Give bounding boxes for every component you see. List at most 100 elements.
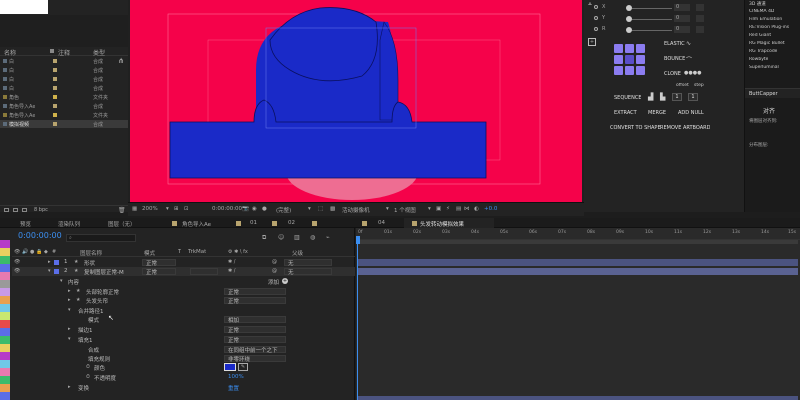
sequence-button[interactable]: SEQUENCE: [614, 95, 641, 101]
radio-icon[interactable]: [594, 27, 598, 31]
value-field[interactable]: 0: [674, 26, 690, 33]
property-row[interactable]: 填充规则 非零环绕: [12, 354, 355, 363]
tab-02[interactable]: 02: [288, 220, 295, 226]
views-select[interactable]: 1 个视图: [394, 206, 416, 214]
label-swatch[interactable]: [53, 77, 57, 81]
transparency-grid-icon[interactable]: ▩: [330, 206, 335, 212]
plugin-category[interactable]: RE:Vision Plug-ins: [749, 25, 789, 30]
tab-preview[interactable]: 预览: [20, 220, 31, 228]
stopwatch-icon[interactable]: ⏱: [86, 364, 90, 370]
project-item[interactable]: 白 合成: [0, 75, 128, 83]
step-field[interactable]: 1: [688, 93, 698, 101]
opacity-value[interactable]: 100%: [228, 374, 244, 380]
magnification-icon[interactable]: ▦: [132, 206, 137, 212]
tab-layer[interactable]: 图层（无）: [108, 220, 136, 228]
chevron-down-icon[interactable]: ▾: [60, 278, 63, 284]
bpc-label[interactable]: 8 bpc: [34, 207, 48, 213]
slider-track[interactable]: [632, 30, 672, 31]
draft-3d-icon[interactable]: ⧉: [262, 234, 266, 242]
eye-icon[interactable]: 👁: [14, 259, 20, 265]
project-item[interactable]: 角色 文件夹: [0, 93, 128, 101]
step-button[interactable]: [696, 15, 704, 22]
remove-artboard-button[interactable]: REMOVE ARTBOARD: [660, 125, 710, 131]
plugin-category[interactable]: 3D 通道: [749, 1, 766, 7]
property-row[interactable]: ▾ 合并路径1: [12, 306, 355, 315]
anchor-top-right[interactable]: [636, 44, 645, 53]
layer-bar[interactable]: [358, 396, 798, 400]
convert-to-shape-button[interactable]: CONVERT TO SHAPE: [610, 125, 661, 131]
chevron-down-icon[interactable]: ▾: [68, 307, 71, 313]
tab-01[interactable]: 01: [250, 220, 257, 226]
radio-icon[interactable]: [594, 5, 598, 9]
add-null-button[interactable]: ADD NULL: [678, 110, 704, 116]
exposure-value[interactable]: +0.0: [484, 206, 497, 212]
chevron-down-icon[interactable]: ▾: [428, 206, 431, 212]
timeline-icon[interactable]: ▤: [456, 206, 461, 212]
slider-track[interactable]: [632, 19, 672, 20]
layer-switches-icon[interactable]: ✱ /: [228, 259, 235, 265]
new-folder-icon[interactable]: [13, 208, 18, 212]
chevron-right-icon[interactable]: ▸: [68, 288, 71, 294]
col-type[interactable]: 类型: [93, 48, 105, 57]
buttcapper-title[interactable]: ButtCapper: [749, 91, 778, 97]
label-swatch[interactable]: [53, 113, 57, 117]
new-composition-icon[interactable]: [22, 208, 27, 212]
property-row[interactable]: 合成 在同组中前一个之下: [12, 345, 355, 354]
project-item[interactable]: 白 合成: [0, 57, 128, 65]
property-row[interactable]: ▸ ★ 头发头帘 正常: [12, 296, 355, 305]
exposure-icon[interactable]: ◐: [474, 206, 479, 212]
label-swatch[interactable]: [53, 104, 57, 108]
property-row[interactable]: 模式 相加: [12, 315, 355, 324]
label-swatch[interactable]: [53, 95, 57, 99]
label-swatch[interactable]: [53, 86, 57, 90]
add-icon[interactable]: +: [588, 38, 596, 46]
anchor-center[interactable]: [625, 55, 634, 64]
add-icon[interactable]: +: [282, 278, 288, 284]
chevron-down-icon[interactable]: ▾: [308, 206, 311, 212]
property-row[interactable]: ▸ 描边1 正常: [12, 325, 355, 334]
value-field[interactable]: 0: [674, 4, 690, 11]
zoom-level[interactable]: 200%: [142, 206, 158, 212]
label-swatch[interactable]: [54, 269, 59, 274]
chevron-down-icon[interactable]: ▾: [166, 206, 169, 212]
anchor-top-center[interactable]: [625, 44, 634, 53]
slider-track[interactable]: [632, 8, 672, 9]
camera-select[interactable]: 活动摄像机: [342, 206, 370, 214]
align-title[interactable]: 对齐: [763, 106, 775, 115]
label-swatch[interactable]: [53, 59, 57, 63]
work-area-bar[interactable]: [356, 240, 798, 244]
label-swatch[interactable]: [53, 122, 57, 126]
eyedropper-icon[interactable]: ✎: [238, 363, 248, 371]
timeline-timecode[interactable]: 0:00:00:00: [18, 231, 62, 240]
step-button[interactable]: [696, 26, 704, 33]
col-label[interactable]: 注释: [58, 48, 70, 57]
col-t[interactable]: T: [178, 249, 181, 255]
anchor-top-left[interactable]: [614, 44, 623, 53]
add-menu[interactable]: 添加: [268, 278, 279, 286]
frame-blend-icon[interactable]: ▥: [294, 234, 300, 241]
tab-04[interactable]: 04: [378, 220, 385, 226]
safe-zone-icon[interactable]: ⊡: [184, 206, 189, 212]
parent-pickwhip-icon[interactable]: @: [272, 259, 277, 265]
toggle-icon[interactable]: ▣: [436, 206, 441, 212]
property-row[interactable]: ▾ 填充1 正常: [12, 335, 355, 344]
radio-icon[interactable]: [594, 16, 598, 20]
chevron-right-icon[interactable]: ▸: [68, 297, 71, 303]
playhead[interactable]: [356, 236, 360, 244]
color-icon[interactable]: ●: [262, 206, 267, 212]
property-row[interactable]: ⏱ 颜色 ✎: [12, 363, 355, 372]
layer-search-input[interactable]: ⌕: [66, 234, 136, 242]
anchor-bottom-center[interactable]: [625, 66, 634, 75]
parent-pickwhip-icon[interactable]: @: [272, 268, 277, 274]
chevron-down-icon[interactable]: ▾: [48, 268, 51, 274]
trkmat-select[interactable]: [190, 268, 218, 275]
shy-icon[interactable]: ☺: [278, 234, 284, 241]
plugin-category[interactable]: Film Emulation: [749, 17, 782, 22]
value-field[interactable]: 0: [674, 15, 690, 22]
merge-button[interactable]: MERGE: [648, 110, 666, 116]
current-time[interactable]: 0:00:00:00: [212, 206, 242, 212]
snapshot-icon[interactable]: 📷: [242, 206, 249, 212]
layer-row-selected[interactable]: 👁 ▾ 2 ★ 复制图层正常-M 正常 ✱ / @ 无: [12, 267, 355, 276]
region-icon[interactable]: ⬚: [318, 206, 323, 212]
chevron-down-icon[interactable]: ▾: [386, 206, 389, 212]
